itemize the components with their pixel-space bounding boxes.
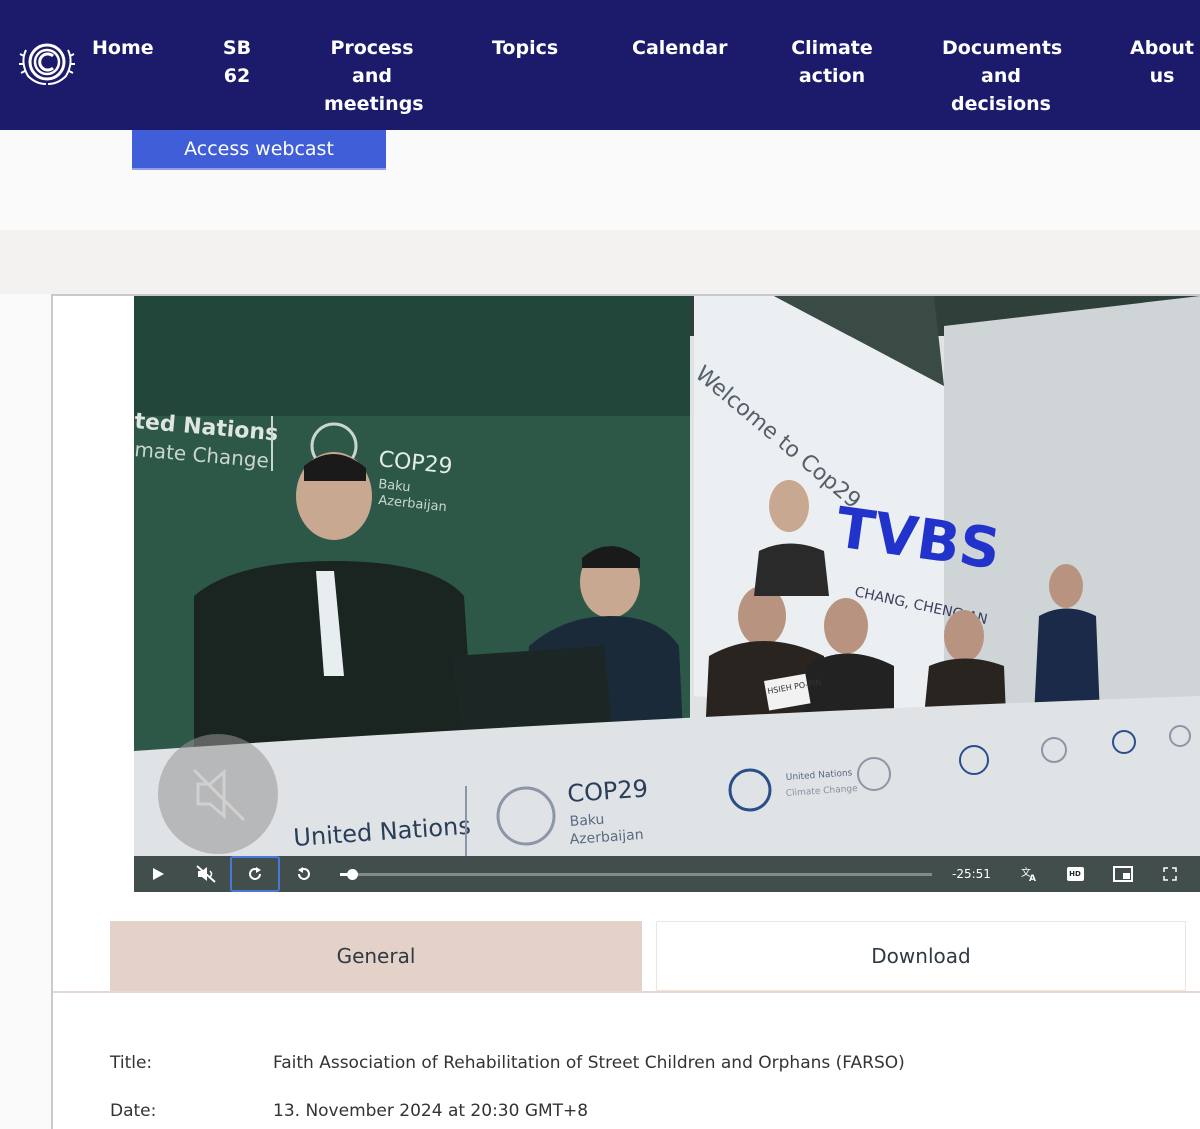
video-player[interactable]: Welcome to Cop29 TVBS CHANG, CHENG-AN te… [134,296,1200,892]
access-webcast-button[interactable]: Access webcast [132,130,386,170]
skip-forward-icon[interactable] [230,856,280,892]
nav-home[interactable]: Home [92,34,154,62]
nav-sb62[interactable]: SB 62 [220,34,254,90]
desk-cop-sub1: Baku [569,812,605,830]
desk-cop-text: COP29 [566,774,648,808]
nav-topics[interactable]: Topics [492,34,558,62]
muted-speaker-icon[interactable] [190,856,222,892]
nav-calendar[interactable]: Calendar [632,34,727,62]
svg-text:A: A [1029,874,1036,882]
video-frame: Welcome to Cop29 TVBS CHANG, CHENG-AN te… [134,296,1200,892]
section-band [0,230,1200,294]
time-remaining: -25:51 [952,867,991,881]
translate-icon[interactable]: 文 A [1014,856,1044,892]
nav-about-us[interactable]: About us [1130,34,1194,90]
top-navigation: Home SB 62 Process and meetings Topics C… [0,0,1200,130]
progress-bar[interactable] [340,869,932,880]
date-label: Date: [110,1101,157,1121]
skip-back-icon[interactable] [288,856,320,892]
title-label: Title: [110,1053,153,1073]
fullscreen-icon[interactable] [1158,856,1182,892]
nav-documents-and-decisions[interactable]: Documents and decisions [942,34,1062,118]
progress-knob[interactable] [347,869,358,880]
video-control-bar: -25:51 文 A HD [134,856,1200,892]
hd-quality-icon[interactable]: HD [1062,856,1088,892]
picture-in-picture-icon[interactable] [1108,856,1138,892]
tab-general[interactable]: General [110,921,642,991]
nav-climate-action[interactable]: Climate action [790,34,874,90]
title-value: Faith Association of Rehabilitation of S… [273,1053,905,1073]
nav-process-and-meetings[interactable]: Process and meetings [324,34,424,118]
play-icon[interactable] [142,856,174,892]
muted-overlay-icon[interactable] [158,734,278,854]
date-value: 13. November 2024 at 20:30 GMT+8 [273,1101,589,1121]
un-climate-change-logo-icon[interactable] [18,36,76,88]
tab-download[interactable]: Download [656,921,1186,991]
tab-underline [53,991,1200,993]
card-left-strip [53,296,134,892]
